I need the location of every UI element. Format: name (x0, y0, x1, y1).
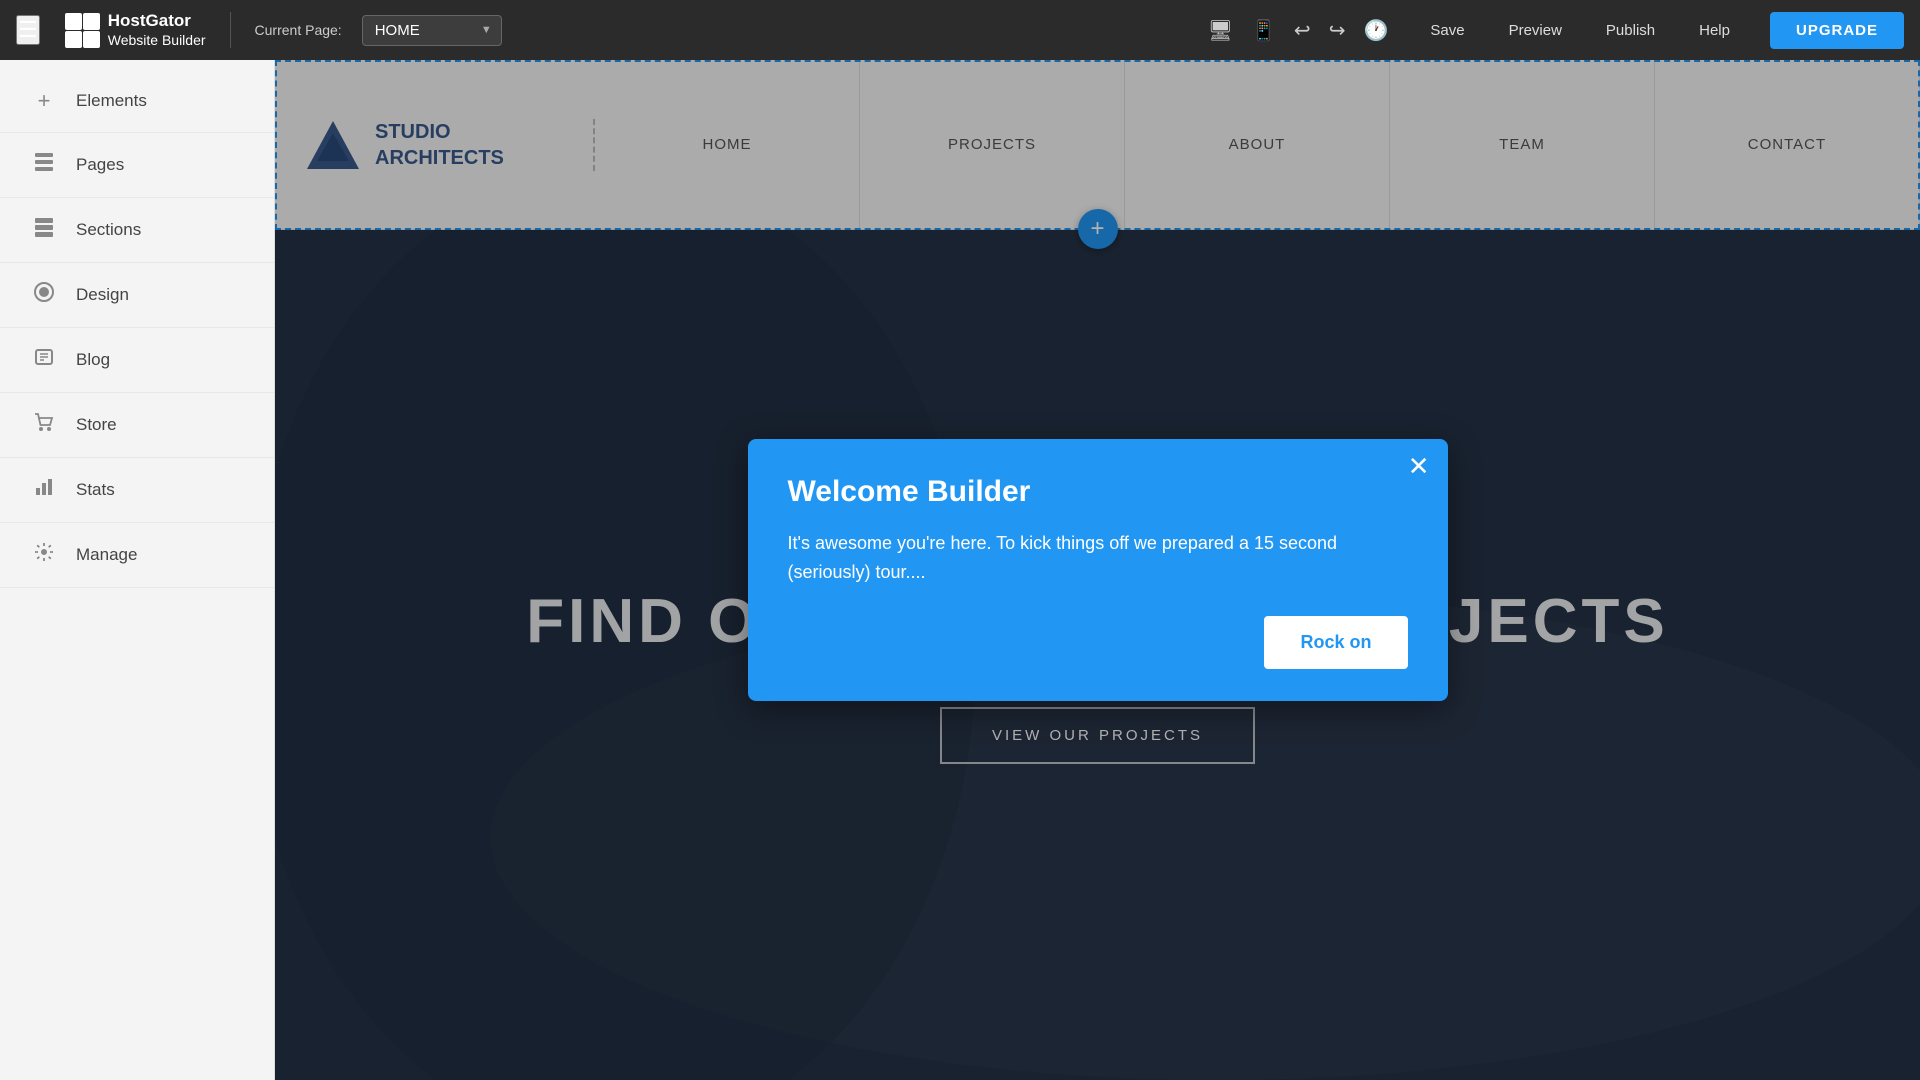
pages-icon (30, 151, 58, 179)
page-select-wrap: HOME ABOUT PROJECTS TEAM CONTACT (362, 15, 502, 46)
sidebar-item-stats[interactable]: Stats (0, 458, 274, 523)
sidebar-label-manage: Manage (76, 545, 137, 565)
sidebar-label-stats: Stats (76, 480, 115, 500)
current-page-label: Current Page: (255, 22, 342, 38)
welcome-modal: ✕ Welcome Builder It's awesome you're he… (748, 439, 1448, 702)
sidebar-label-elements: Elements (76, 91, 147, 111)
desktop-view-button[interactable]: 🖥 (1208, 18, 1233, 43)
sidebar-item-pages[interactable]: Pages (0, 133, 274, 198)
sidebar: + Elements Pages Sections Design Blog St… (0, 60, 275, 1080)
sections-icon (30, 216, 58, 244)
modal-overlay[interactable]: ✕ Welcome Builder It's awesome you're he… (275, 60, 1920, 1080)
hamburger-menu-button[interactable]: ☰ (16, 15, 40, 45)
modal-title: Welcome Builder (788, 475, 1408, 509)
publish-button[interactable]: Publish (1592, 16, 1669, 45)
manage-icon (30, 541, 58, 569)
sidebar-label-design: Design (76, 285, 129, 305)
design-icon (30, 281, 58, 309)
sidebar-item-manage[interactable]: Manage (0, 523, 274, 588)
store-icon (30, 411, 58, 439)
blog-icon (30, 346, 58, 374)
logo-text: HostGator Website Builder (108, 11, 206, 48)
sidebar-item-design[interactable]: Design (0, 263, 274, 328)
sidebar-label-pages: Pages (76, 155, 124, 175)
sidebar-item-store[interactable]: Store (0, 393, 274, 458)
history-button[interactable]: 🕐 (1363, 18, 1388, 43)
modal-close-button[interactable]: ✕ (1408, 453, 1430, 479)
modal-body: It's awesome you're here. To kick things… (788, 529, 1408, 587)
modal-footer: Rock on (788, 616, 1408, 669)
sidebar-item-elements[interactable]: + Elements (0, 70, 274, 133)
rock-on-button[interactable]: Rock on (1264, 616, 1407, 669)
canvas-area: STUDIO ARCHITECTS HOME PROJECTS ABOUT TE… (275, 60, 1920, 1080)
undo-button[interactable]: ↩ (1294, 18, 1311, 43)
redo-button[interactable]: ↪ (1329, 18, 1346, 43)
sidebar-item-blog[interactable]: Blog (0, 328, 274, 393)
plus-icon: + (30, 88, 58, 114)
logo-area: HostGator Website Builder (64, 11, 206, 48)
sidebar-label-sections: Sections (76, 220, 141, 240)
topbar: ☰ HostGator Website Builder Current Page… (0, 0, 1920, 60)
upgrade-button[interactable]: UPGRADE (1770, 12, 1904, 49)
hostgator-logo-icon (64, 12, 100, 48)
stats-icon (30, 476, 58, 504)
preview-button[interactable]: Preview (1495, 16, 1576, 45)
topbar-divider (230, 12, 231, 48)
save-button[interactable]: Save (1416, 16, 1478, 45)
sidebar-label-blog: Blog (76, 350, 110, 370)
page-select[interactable]: HOME ABOUT PROJECTS TEAM CONTACT (362, 15, 502, 46)
mobile-view-button[interactable]: 📱 (1251, 18, 1276, 43)
help-button[interactable]: Help (1685, 16, 1744, 45)
sidebar-item-sections[interactable]: Sections (0, 198, 274, 263)
topbar-device-icons: 🖥 📱 ↩ ↪ 🕐 (1208, 18, 1389, 43)
sidebar-label-store: Store (76, 415, 117, 435)
website-preview: STUDIO ARCHITECTS HOME PROJECTS ABOUT TE… (275, 60, 1920, 1080)
